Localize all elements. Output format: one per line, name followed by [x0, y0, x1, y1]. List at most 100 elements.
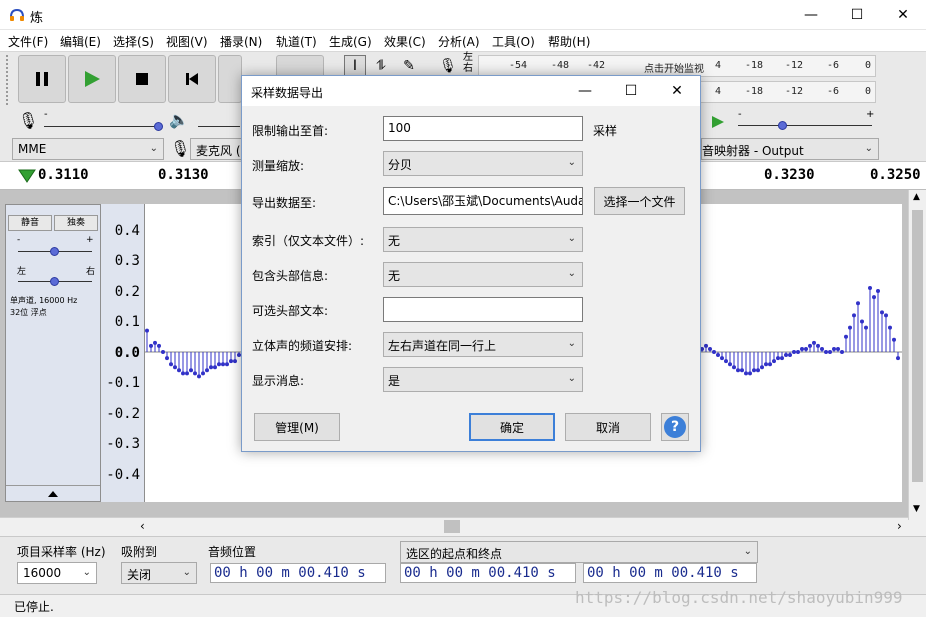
sample-point[interactable]	[744, 371, 748, 376]
header-info-select[interactable]: 无 ⌄	[383, 262, 583, 287]
snap-to-select[interactable]: 关闭 ⌄	[121, 562, 197, 584]
sample-point[interactable]	[808, 343, 812, 348]
minimize-button[interactable]: —	[788, 0, 834, 30]
sample-point[interactable]	[205, 368, 209, 373]
export-path-input[interactable]: C:\Users\邵玉斌\Documents\Audacity	[383, 187, 583, 215]
sample-point[interactable]	[704, 343, 708, 348]
sample-point[interactable]	[816, 343, 820, 348]
sample-point[interactable]	[800, 346, 804, 351]
show-messages-select[interactable]: 是 ⌄	[383, 367, 583, 392]
index-select[interactable]: 无 ⌄	[383, 227, 583, 252]
scroll-down-icon[interactable]: ▼	[913, 504, 920, 514]
envelope-tool[interactable]: ⥮	[370, 55, 392, 77]
solo-button[interactable]: 独奏	[54, 215, 98, 231]
limit-output-input[interactable]: 100	[383, 116, 583, 141]
horizontal-scrollbar[interactable]: ‹ ›	[0, 517, 908, 535]
pan-knob[interactable]	[50, 277, 59, 286]
sample-point[interactable]	[149, 343, 153, 348]
collapse-track-button[interactable]	[6, 485, 100, 501]
record-meter-mic-button[interactable]: 🎙	[437, 55, 459, 77]
menu-select[interactable]: 选择(S)	[113, 33, 154, 50]
sample-point[interactable]	[840, 350, 844, 354]
menu-effect[interactable]: 效果(C)	[384, 33, 426, 50]
selection-mode-select[interactable]: 选区的起点和终点 ⌄	[400, 541, 758, 563]
selection-tool[interactable]: I	[344, 55, 366, 77]
sample-point[interactable]	[177, 368, 181, 373]
sample-point[interactable]	[181, 371, 185, 376]
sample-point[interactable]	[888, 325, 892, 330]
input-device-select[interactable]: 麦克风 (	[190, 138, 246, 160]
dialog-maximize-button[interactable]: ☐	[608, 76, 654, 106]
sample-point[interactable]	[836, 346, 840, 351]
menu-file[interactable]: 文件(F)	[8, 33, 48, 50]
input-volume-knob[interactable]	[154, 122, 163, 131]
audio-position-time[interactable]: 00 h 00 m 00.410 s	[210, 563, 386, 583]
sample-point[interactable]	[768, 362, 772, 367]
draw-tool[interactable]: ✎	[398, 55, 420, 77]
cancel-button[interactable]: 取消	[565, 413, 651, 441]
skip-to-end-button[interactable]	[218, 55, 242, 103]
sample-point[interactable]	[876, 289, 880, 293]
vertical-scrollbar[interactable]: ▲ ▼	[908, 190, 926, 520]
sample-point[interactable]	[217, 362, 221, 367]
sample-point[interactable]	[884, 313, 888, 318]
sample-point[interactable]	[189, 368, 193, 373]
dialog-close-button[interactable]: ✕	[654, 76, 700, 106]
selection-start-time[interactable]: 00 h 00 m 00.410 s	[400, 563, 576, 583]
sample-point[interactable]	[165, 356, 169, 361]
sample-point[interactable]	[153, 340, 157, 345]
sample-point[interactable]	[756, 368, 760, 373]
help-button[interactable]: ?	[661, 413, 689, 441]
sample-point[interactable]	[145, 328, 149, 333]
manage-button[interactable]: 管理(M)	[254, 413, 340, 441]
audio-host-select[interactable]: MME ⌄	[12, 138, 164, 160]
sample-point[interactable]	[213, 365, 217, 370]
scroll-right-icon[interactable]: ›	[897, 519, 902, 533]
sample-point[interactable]	[708, 346, 712, 351]
optional-header-input[interactable]	[383, 297, 583, 322]
output-device-select[interactable]: 音映射器 - Output ⌄	[701, 138, 879, 160]
track-control-panel[interactable]: 静音 独奏 - + 左 右 单声道, 16000 Hz 32位 浮点	[5, 204, 101, 502]
menu-tracks[interactable]: 轨道(T)	[276, 33, 317, 50]
sample-point[interactable]	[201, 371, 205, 376]
sample-point[interactable]	[820, 346, 824, 351]
menu-edit[interactable]: 编辑(E)	[60, 33, 101, 50]
amplitude-ruler[interactable]: 0.4 0.3 0.2 0.1 0.0 -0.1 -0.2 -0.3 -0.4	[101, 204, 145, 502]
sample-point[interactable]	[732, 365, 736, 370]
menu-view[interactable]: 视图(V)	[166, 33, 208, 50]
sample-point[interactable]	[157, 343, 161, 348]
close-button[interactable]: ✕	[880, 0, 926, 30]
sample-point[interactable]	[169, 362, 173, 367]
play-speed-knob[interactable]	[778, 121, 787, 130]
selection-end-time[interactable]: 00 h 00 m 00.410 s	[583, 563, 757, 583]
sample-point[interactable]	[892, 337, 896, 342]
sample-point[interactable]	[712, 350, 716, 354]
sample-point[interactable]	[828, 350, 832, 354]
sample-point[interactable]	[804, 346, 808, 351]
sample-point[interactable]	[760, 365, 764, 370]
gain-knob[interactable]	[50, 247, 59, 256]
project-rate-select[interactable]: 16000 ⌄	[17, 562, 97, 584]
sample-point[interactable]	[229, 359, 233, 364]
sample-point[interactable]	[752, 368, 756, 373]
sample-point[interactable]	[233, 359, 237, 364]
sample-point[interactable]	[860, 319, 864, 324]
measurement-scale-select[interactable]: 分贝 ⌄	[383, 151, 583, 176]
sample-point[interactable]	[852, 313, 856, 318]
menu-help[interactable]: 帮助(H)	[548, 33, 590, 50]
sample-point[interactable]	[872, 295, 876, 300]
sample-point[interactable]	[848, 325, 852, 330]
input-volume-slider[interactable]	[44, 126, 162, 127]
pause-button[interactable]	[18, 55, 66, 103]
sample-point[interactable]	[740, 368, 744, 373]
scroll-left-icon[interactable]: ‹	[140, 519, 145, 533]
play-speed-slider[interactable]	[738, 125, 872, 126]
sample-point[interactable]	[173, 365, 177, 370]
sample-point[interactable]	[824, 350, 828, 354]
ok-button[interactable]: 确定	[469, 413, 555, 441]
sample-point[interactable]	[864, 325, 868, 330]
pinned-play-head-icon[interactable]	[18, 169, 36, 183]
sample-point[interactable]	[221, 362, 225, 367]
sample-point[interactable]	[812, 340, 816, 345]
sample-point[interactable]	[896, 356, 900, 361]
